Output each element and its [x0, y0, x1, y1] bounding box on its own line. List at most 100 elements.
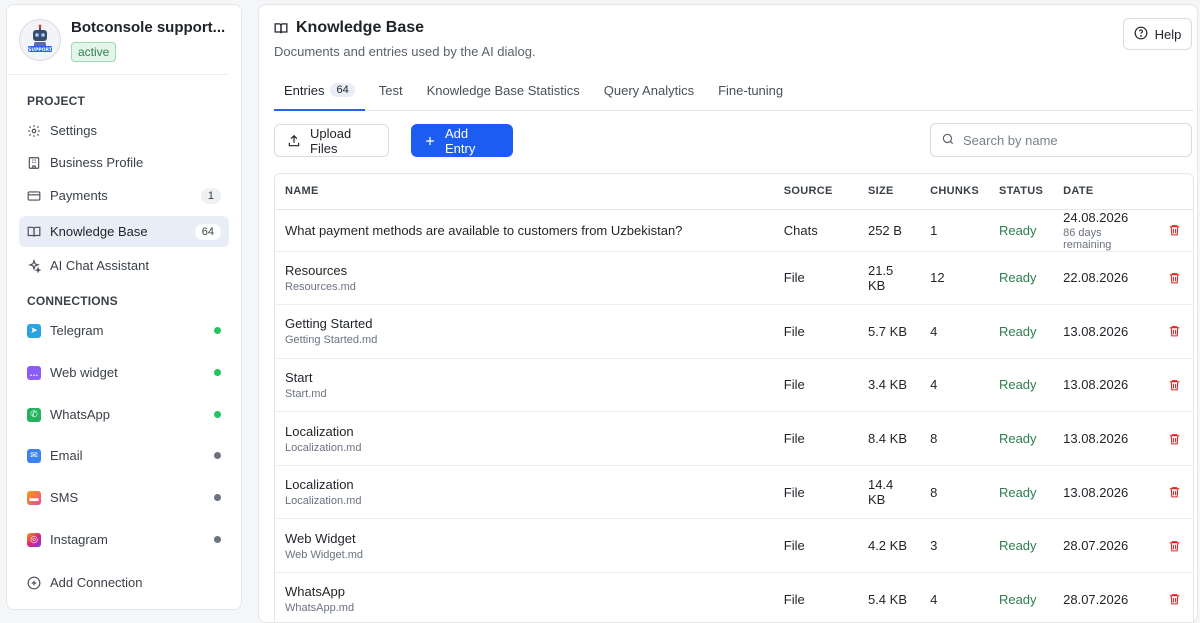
table-row[interactable]: Localization Localization.md File 14.4 KB 8 R…: [275, 465, 1193, 520]
table-row[interactable]: Resources Resources.md File 21.5 KB 12 Ready 2…: [275, 251, 1193, 306]
trash-icon[interactable]: [1166, 271, 1183, 285]
sidebar-item-ai-chat-assistant[interactable]: AI Chat Assistant: [19, 250, 229, 281]
name-cell: Localization Localization.md: [275, 465, 774, 520]
name-cell: WhatsApp WhatsApp.md: [275, 572, 774, 623]
sidebar-item-label: SMS: [50, 490, 79, 505]
size-cell: 14.4 KB: [857, 465, 921, 520]
status-dot: [214, 536, 221, 543]
size-cell: 21.5 KB: [857, 251, 921, 306]
add-entry-label: Add Entry: [445, 125, 476, 156]
page-subtitle: Documents and entries used by the AI dia…: [274, 44, 536, 59]
table-row[interactable]: What payment methods are available to cu…: [275, 209, 1193, 252]
entry-name: Localization: [285, 477, 354, 493]
status-cell: Ready: [988, 572, 1054, 623]
trash-icon[interactable]: [1166, 324, 1183, 338]
trash-icon[interactable]: [1166, 378, 1183, 392]
sidebar-item-label: Web widget: [50, 365, 118, 380]
status-badge: active: [71, 42, 117, 62]
sidebar-item-label: Payments: [50, 188, 108, 203]
status-dot: [214, 411, 221, 418]
date-cell: 13.08.2026: [1053, 304, 1157, 359]
book-icon: [274, 21, 288, 35]
entry-expiry-note: 86 days remaining: [1063, 226, 1112, 251]
size-cell: 3.4 KB: [857, 358, 921, 413]
actions-cell: [1156, 304, 1193, 359]
card-icon: [27, 189, 41, 203]
sidebar-item-settings[interactable]: Settings: [19, 115, 229, 146]
table-row[interactable]: Getting Started Getting Started.md File 5.7…: [275, 304, 1193, 359]
actions-cell: [1156, 358, 1193, 413]
column-header-name[interactable]: NAME: [275, 174, 774, 210]
sidebar-item-knowledge-base[interactable]: Knowledge Base 64: [19, 216, 229, 247]
date-cell: 28.07.2026: [1053, 518, 1157, 574]
table-row[interactable]: Web Widget Web Widget.md File 4.2 KB 3 Ready 2…: [275, 518, 1193, 574]
table-row[interactable]: Start Start.md File 3.4 KB 4 Ready 13.08.2026: [275, 358, 1193, 413]
size-cell: 5.7 KB: [857, 304, 921, 359]
status-cell: Ready: [988, 251, 1054, 306]
plus-circle-icon: [27, 576, 41, 590]
table-row[interactable]: WhatsApp WhatsApp.md File 5.4 KB 4 Ready 28.07…: [275, 572, 1193, 623]
status-dot: [214, 452, 221, 459]
status-cell: Ready: [988, 358, 1054, 413]
whatsapp-icon: ✆: [27, 407, 41, 422]
column-header-chunks[interactable]: CHUNKS: [920, 174, 989, 210]
column-header-status[interactable]: STATUS: [988, 174, 1054, 210]
sidebar-item-label: Knowledge Base: [50, 224, 148, 239]
column-header-source[interactable]: SOURCE: [773, 174, 858, 210]
entry-date: 13.08.2026: [1063, 323, 1129, 339]
entry-filename: Localization.md: [285, 441, 362, 454]
trash-icon[interactable]: [1166, 432, 1183, 446]
sidebar-item-label: Instagram: [50, 532, 108, 547]
building-icon: [27, 156, 41, 170]
help-button[interactable]: Help: [1123, 18, 1192, 50]
entry-date: 13.08.2026: [1063, 377, 1129, 393]
sidebar-item-email[interactable]: ✉ Email: [19, 440, 229, 471]
payments-count-badge: 1: [200, 187, 221, 204]
sidebar-item-business-profile[interactable]: Business Profile: [19, 147, 229, 178]
date-cell: 28.07.2026: [1053, 572, 1157, 623]
size-cell: 4.2 KB: [857, 518, 921, 574]
sparkles-icon: [27, 258, 41, 273]
search-input[interactable]: [963, 132, 1181, 148]
column-header-actions: [1156, 174, 1193, 210]
sidebar-item-sms[interactable]: ▬ SMS: [19, 482, 229, 513]
search-box: [930, 123, 1192, 157]
trash-icon[interactable]: [1166, 485, 1183, 499]
actions-cell: [1156, 572, 1193, 623]
bot-header[interactable]: SUPPORT Botconsole support... active: [7, 5, 229, 75]
sms-icon: ▬: [27, 490, 41, 505]
trash-icon[interactable]: [1166, 223, 1183, 237]
chunks-cell: 8: [920, 465, 989, 520]
entry-date: 13.08.2026: [1063, 484, 1129, 500]
telegram-icon: ➤: [27, 323, 41, 338]
sidebar-item-web-widget[interactable]: … Web widget: [19, 357, 229, 388]
sidebar-item-payments[interactable]: Payments 1: [19, 180, 229, 211]
upload-icon: [287, 134, 301, 148]
add-connection-button[interactable]: Add Connection: [19, 567, 229, 598]
tab-entries[interactable]: Entries 64: [274, 83, 365, 111]
tab-knowledge-base-statistics[interactable]: Knowledge Base Statistics: [417, 83, 590, 111]
bot-avatar: SUPPORT: [19, 19, 61, 61]
sidebar-item-telegram[interactable]: ➤ Telegram: [19, 315, 229, 346]
tab-query-analytics[interactable]: Query Analytics: [594, 83, 704, 111]
column-header-size[interactable]: SIZE: [857, 174, 921, 210]
tab-fine-tuning[interactable]: Fine-tuning: [708, 83, 793, 111]
entry-name: Start: [285, 369, 313, 385]
email-icon: ✉: [27, 448, 41, 463]
status-dot: [214, 494, 221, 501]
name-cell: Web Widget Web Widget.md: [275, 518, 774, 574]
name-cell: Getting Started Getting Started.md: [275, 304, 774, 359]
column-header-date[interactable]: DATE: [1053, 174, 1157, 210]
table-row[interactable]: Localization Localization.md File 8.4 KB 8 Re…: [275, 411, 1193, 466]
tab-test[interactable]: Test: [369, 83, 413, 111]
chunks-cell: 3: [920, 518, 989, 574]
source-cell: File: [773, 251, 858, 306]
upload-files-button[interactable]: Upload Files: [274, 124, 389, 157]
trash-icon[interactable]: [1166, 539, 1183, 553]
add-entry-button[interactable]: Add Entry: [411, 124, 513, 157]
sidebar-item-instagram[interactable]: ◎ Instagram: [19, 524, 229, 555]
actions-cell: [1156, 411, 1193, 466]
sidebar-item-whatsapp[interactable]: ✆ WhatsApp: [19, 399, 229, 430]
trash-icon[interactable]: [1166, 592, 1183, 606]
status-cell: Ready: [988, 465, 1054, 520]
